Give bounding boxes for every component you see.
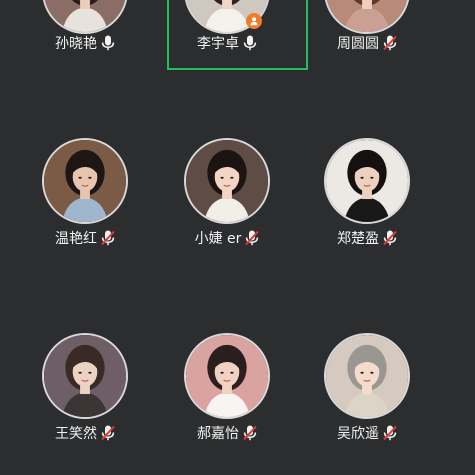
participant-name-row: 郝嘉怡 (156, 423, 298, 443)
participant-name: 王笑然 (55, 426, 97, 442)
participant-name: 温艳红 (55, 231, 97, 247)
microphone-muted-icon (101, 425, 115, 441)
participant-name-row: 王笑然 (14, 423, 156, 443)
participant-avatar[interactable] (324, 138, 410, 224)
meeting-participant-grid: 孙晓艳 李宇卓 周圆圆 温艳红 小婕 er 郑楚盈 王笑然 郝嘉怡 吴欣遥 (0, 0, 475, 475)
participant-avatar[interactable] (184, 138, 270, 224)
participant-avatar[interactable] (42, 333, 128, 419)
participant-avatar[interactable] (42, 138, 128, 224)
participant-avatar[interactable] (324, 333, 410, 419)
microphone-muted-icon (243, 425, 257, 441)
participant-name: 小婕 er (194, 231, 242, 247)
participant-name-row: 吴欣遥 (296, 423, 438, 443)
participant-name: 郝嘉怡 (197, 426, 239, 442)
participant-name: 吴欣遥 (337, 426, 379, 442)
participant-tile[interactable]: 王笑然 (14, 0, 156, 442)
participant-name-row: 温艳红 (14, 228, 156, 248)
participant-avatar[interactable] (184, 333, 270, 419)
participant-tile[interactable]: 郝嘉怡 (156, 0, 298, 442)
participant-name: 郑楚盈 (337, 231, 379, 247)
microphone-muted-icon (383, 230, 397, 246)
microphone-muted-icon (101, 230, 115, 246)
participant-tile[interactable]: 吴欣遥 (296, 0, 438, 442)
microphone-muted-icon (383, 425, 397, 441)
participant-name-row: 小婕 er (156, 228, 298, 248)
participant-name-row: 郑楚盈 (296, 228, 438, 248)
microphone-muted-icon (245, 230, 260, 246)
